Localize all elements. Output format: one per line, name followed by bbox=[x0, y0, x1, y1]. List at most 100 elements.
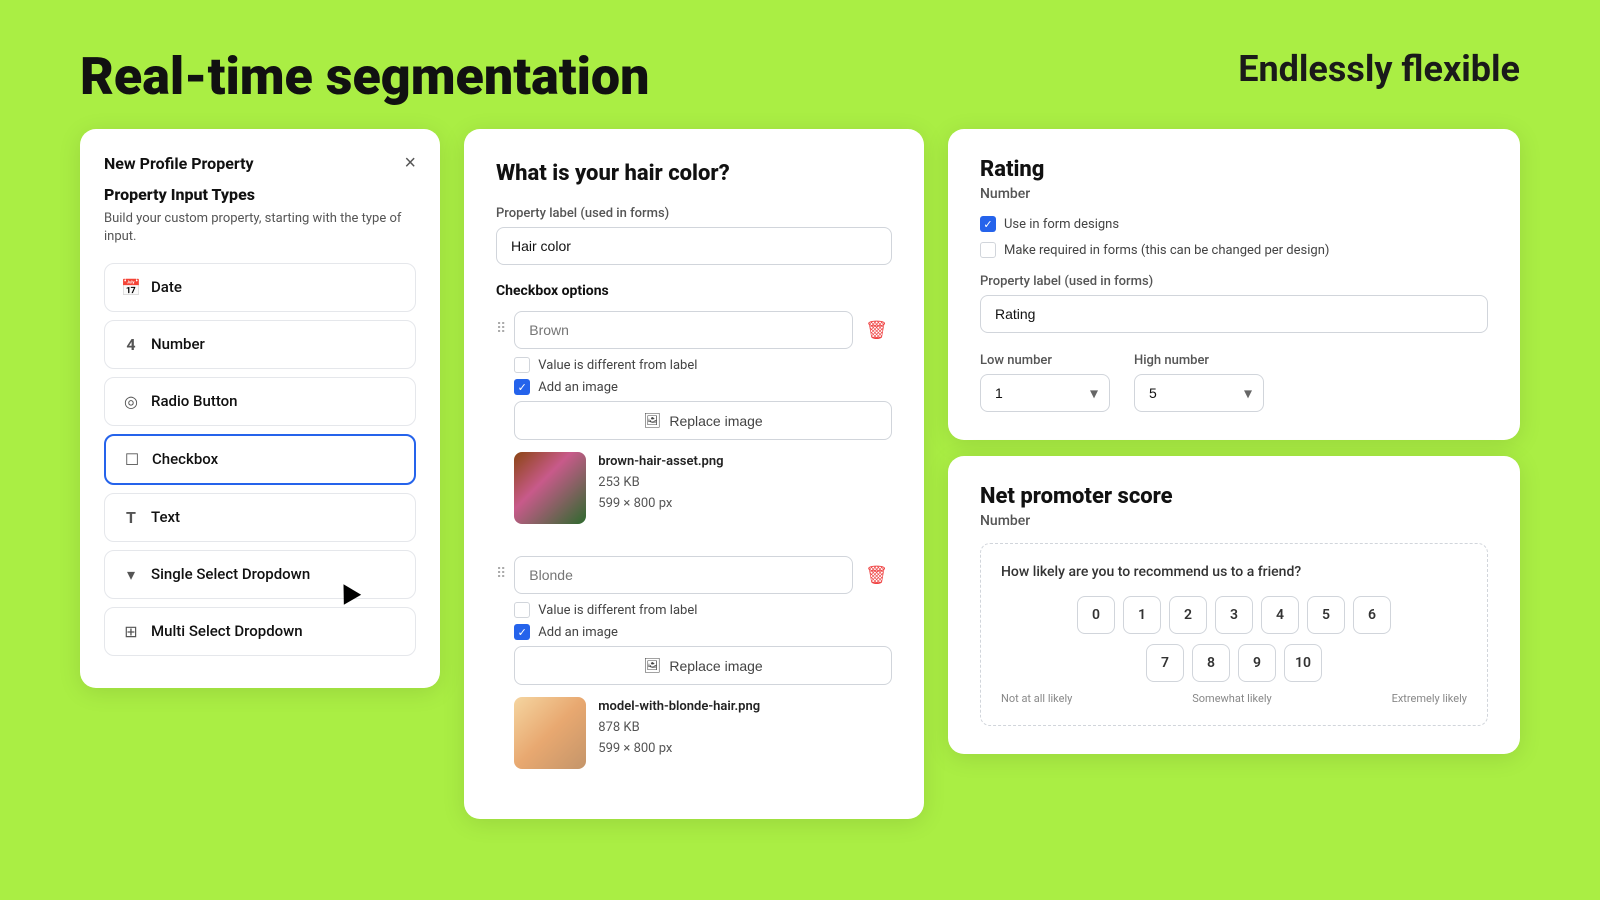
property-label-label: Property label (used in forms) bbox=[496, 206, 892, 221]
option-blonde: ⠿ 🗑 Value is different from label Add an… bbox=[496, 556, 892, 785]
add-image-blonde-checkbox[interactable] bbox=[514, 624, 530, 640]
dropdown-icon: ▾ bbox=[121, 565, 141, 584]
input-type-checkbox[interactable]: ☐ Checkbox bbox=[104, 434, 416, 485]
radio-icon: ◎ bbox=[121, 392, 141, 411]
add-image-brown-checkbox[interactable] bbox=[514, 379, 530, 395]
image-size-brown: 253 KB bbox=[598, 473, 723, 494]
option-brown: ⠿ 🗑 Value is different from label Add an… bbox=[496, 311, 892, 540]
image-info-blonde: model-with-blonde-hair.png 878 KB 599 × … bbox=[598, 697, 760, 759]
use-in-forms-row: Use in form designs bbox=[980, 216, 1488, 232]
input-type-checkbox-label: Checkbox bbox=[152, 450, 218, 468]
add-image-brown-label: Add an image bbox=[538, 380, 618, 395]
page-header: Real-time segmentation Endlessly flexibl… bbox=[0, 0, 1600, 129]
add-image-brown: Add an image bbox=[514, 379, 892, 395]
option-brown-content: 🗑 Value is different from label Add an i… bbox=[514, 311, 892, 540]
nps-num-0[interactable]: 0 bbox=[1077, 596, 1115, 634]
input-type-date[interactable]: 📅 Date bbox=[104, 263, 416, 312]
nps-num-10[interactable]: 10 bbox=[1284, 644, 1322, 682]
input-type-multi-select-label: Multi Select Dropdown bbox=[151, 622, 303, 640]
option-brown-input[interactable] bbox=[514, 311, 853, 349]
image-name-brown: brown-hair-asset.png bbox=[598, 452, 723, 473]
panel-header: New Profile Property × bbox=[104, 153, 416, 173]
value-different-blonde: Value is different from label bbox=[514, 602, 892, 618]
value-different-brown: Value is different from label bbox=[514, 357, 892, 373]
nps-num-8[interactable]: 8 bbox=[1192, 644, 1230, 682]
rating-panel: Rating Number Use in form designs Make r… bbox=[948, 129, 1520, 440]
value-different-blonde-label: Value is different from label bbox=[538, 603, 697, 618]
section-desc: Build your custom property, starting wit… bbox=[104, 210, 416, 246]
low-number-select[interactable]: 1 0 bbox=[980, 374, 1110, 412]
low-number-select-wrapper[interactable]: 1 0 bbox=[980, 374, 1110, 412]
panels-container: New Profile Property × Property Input Ty… bbox=[0, 129, 1600, 819]
section-title: Property Input Types bbox=[104, 185, 416, 204]
image-icon-blonde: 🖼 bbox=[644, 657, 662, 674]
property-label-input[interactable] bbox=[496, 227, 892, 265]
rating-property-label-input[interactable] bbox=[980, 295, 1488, 333]
middle-panel-title: What is your hair color? bbox=[496, 161, 892, 186]
nps-labels-row: Not at all likely Somewhat likely Extrem… bbox=[1001, 692, 1467, 705]
input-type-number[interactable]: 4 Number bbox=[104, 320, 416, 369]
input-type-single-select[interactable]: ▾ Single Select Dropdown bbox=[104, 550, 416, 599]
nps-num-5[interactable]: 5 bbox=[1307, 596, 1345, 634]
panel-title: New Profile Property bbox=[104, 154, 254, 173]
checkbox-options-label: Checkbox options bbox=[496, 283, 892, 299]
sub-title: Endlessly flexible bbox=[1238, 48, 1520, 90]
text-icon: T bbox=[121, 508, 141, 527]
main-title: Real-time segmentation bbox=[80, 48, 649, 105]
delete-brown-button[interactable]: 🗑 bbox=[861, 316, 892, 345]
nps-numbers-row1: 0 1 2 3 4 5 6 bbox=[1001, 596, 1467, 634]
nps-num-1[interactable]: 1 bbox=[1123, 596, 1161, 634]
option-blonde-content: 🗑 Value is different from label Add an i… bbox=[514, 556, 892, 785]
make-required-row: Make required in forms (this can be chan… bbox=[980, 242, 1488, 258]
image-dims-brown: 599 × 800 px bbox=[598, 494, 723, 515]
nps-num-4[interactable]: 4 bbox=[1261, 596, 1299, 634]
add-image-blonde: Add an image bbox=[514, 624, 892, 640]
use-in-forms-checkbox[interactable] bbox=[980, 216, 996, 232]
close-button[interactable]: × bbox=[404, 153, 416, 173]
nps-num-6[interactable]: 6 bbox=[1353, 596, 1391, 634]
input-type-multi-select[interactable]: ⊞ Multi Select Dropdown bbox=[104, 607, 416, 656]
drag-handle-brown[interactable]: ⠿ bbox=[496, 321, 506, 337]
replace-image-brown-button[interactable]: 🖼 Replace image bbox=[514, 401, 892, 440]
image-preview-brown: brown-hair-asset.png 253 KB 599 × 800 px bbox=[514, 452, 892, 524]
image-dims-blonde: 599 × 800 px bbox=[598, 739, 760, 760]
make-required-checkbox[interactable] bbox=[980, 242, 996, 258]
image-icon-brown: 🖼 bbox=[644, 412, 662, 429]
input-type-number-label: Number bbox=[151, 335, 205, 353]
make-required-label: Make required in forms (this can be chan… bbox=[1004, 243, 1329, 258]
nps-num-9[interactable]: 9 bbox=[1238, 644, 1276, 682]
high-number-select[interactable]: 5 10 bbox=[1134, 374, 1264, 412]
input-type-radio-label: Radio Button bbox=[151, 392, 238, 410]
input-type-text-label: Text bbox=[151, 508, 180, 526]
multi-select-icon: ⊞ bbox=[121, 622, 141, 641]
input-type-text[interactable]: T Text bbox=[104, 493, 416, 542]
option-blonde-input-row: 🗑 bbox=[514, 556, 892, 594]
rating-property-label-label: Property label (used in forms) bbox=[980, 274, 1488, 289]
high-number-select-wrapper[interactable]: 5 10 bbox=[1134, 374, 1264, 412]
value-different-blonde-checkbox[interactable] bbox=[514, 602, 530, 618]
option-brown-input-row: 🗑 bbox=[514, 311, 892, 349]
high-number-label: High number bbox=[1134, 353, 1264, 368]
nps-num-3[interactable]: 3 bbox=[1215, 596, 1253, 634]
rating-subtitle: Number bbox=[980, 186, 1488, 202]
drag-handle-blonde[interactable]: ⠿ bbox=[496, 566, 506, 582]
image-thumb-blonde bbox=[514, 697, 586, 769]
left-panel: New Profile Property × Property Input Ty… bbox=[80, 129, 440, 687]
option-blonde-input[interactable] bbox=[514, 556, 853, 594]
nps-num-7[interactable]: 7 bbox=[1146, 644, 1184, 682]
low-number-label: Low number bbox=[980, 353, 1110, 368]
checkbox-icon: ☐ bbox=[122, 450, 142, 469]
use-in-forms-label: Use in form designs bbox=[1004, 217, 1119, 232]
value-different-brown-checkbox[interactable] bbox=[514, 357, 530, 373]
image-name-blonde: model-with-blonde-hair.png bbox=[598, 697, 760, 718]
delete-blonde-button[interactable]: 🗑 bbox=[861, 561, 892, 590]
nps-label-left: Not at all likely bbox=[1001, 692, 1072, 705]
input-type-radio[interactable]: ◎ Radio Button bbox=[104, 377, 416, 426]
value-different-brown-label: Value is different from label bbox=[538, 358, 697, 373]
nps-num-2[interactable]: 2 bbox=[1169, 596, 1207, 634]
nps-label-middle: Somewhat likely bbox=[1192, 692, 1271, 705]
calendar-icon: 📅 bbox=[121, 278, 141, 297]
replace-image-blonde-button[interactable]: 🖼 Replace image bbox=[514, 646, 892, 685]
nps-question-box: How likely are you to recommend us to a … bbox=[980, 543, 1488, 726]
rating-title: Rating bbox=[980, 157, 1488, 182]
